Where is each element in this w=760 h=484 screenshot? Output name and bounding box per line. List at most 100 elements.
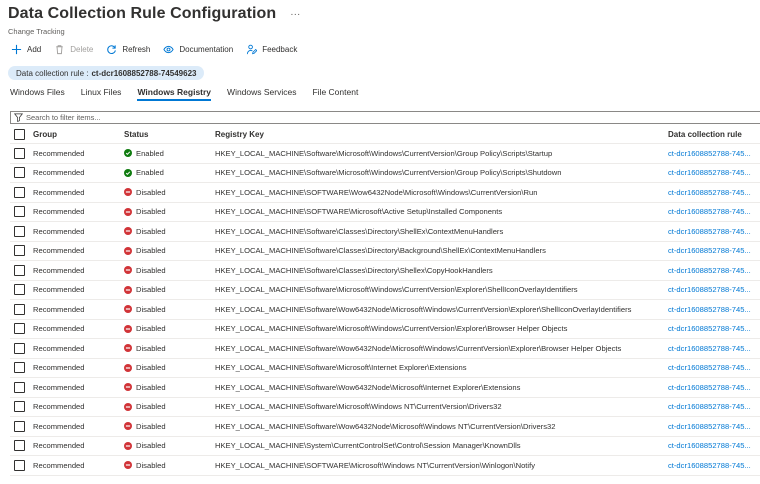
table-row[interactable]: Recommended Disabled HKEY_LOCAL_MACHINE\So… <box>10 281 760 300</box>
delete-button[interactable]: Delete <box>53 43 93 55</box>
table-row[interactable]: Recommended Enabled HKEY_LOCAL_MACHINE\Sof… <box>10 144 760 164</box>
column-header-group[interactable]: Group <box>33 126 113 143</box>
data-collection-rule-link[interactable]: ct-dcr1608852788-745... <box>668 417 760 436</box>
data-collection-rule-link[interactable]: ct-dcr1608852788-745... <box>668 456 760 475</box>
row-checkbox[interactable] <box>14 323 25 335</box>
table-row[interactable]: Recommended Disabled HKEY_LOCAL_MACHINE\So… <box>10 359 760 378</box>
row-checkbox[interactable] <box>14 245 25 257</box>
group-cell: Recommended <box>33 285 85 295</box>
table-row[interactable]: Recommended Disabled HKEY_LOCAL_MACHINE\SO… <box>10 203 760 222</box>
status-cell: Disabled <box>124 281 206 300</box>
row-checkbox[interactable] <box>14 459 25 471</box>
table-row[interactable]: Recommended Disabled HKEY_LOCAL_MACHINE\So… <box>10 242 760 261</box>
data-collection-rule-link[interactable]: ct-dcr1608852788-745... <box>668 437 760 456</box>
select-all-checkbox[interactable] <box>14 129 25 140</box>
documentation-button[interactable]: Documentation <box>162 43 233 55</box>
blocked-circle-icon <box>124 441 132 450</box>
data-collection-rule-link[interactable]: ct-dcr1608852788-745... <box>668 339 760 358</box>
registry-key-cell: HKEY_LOCAL_MACHINE\Software\Microsoft\Wi… <box>215 285 578 295</box>
table-row[interactable]: Recommended Disabled HKEY_LOCAL_MACHINE\SO… <box>10 456 760 476</box>
data-collection-rule-link[interactable]: ct-dcr1608852788-745... <box>668 261 760 280</box>
table-row[interactable]: Recommended Disabled HKEY_LOCAL_MACHINE\So… <box>10 222 760 242</box>
row-checkbox[interactable] <box>14 303 25 315</box>
data-collection-rule-link[interactable]: ct-dcr1608852788-745... <box>668 164 760 183</box>
refresh-button[interactable]: Refresh <box>105 43 150 55</box>
blocked-circle-icon <box>124 285 132 294</box>
data-collection-rule-link[interactable]: ct-dcr1608852788-745... <box>668 398 760 417</box>
data-collection-rule-link[interactable]: ct-dcr1608852788-745... <box>668 281 760 300</box>
row-checkbox[interactable] <box>14 362 25 374</box>
row-checkbox[interactable] <box>14 206 25 218</box>
group-cell: Recommended <box>33 207 85 217</box>
tab-linux-files[interactable]: Linux Files <box>81 85 122 101</box>
row-checkbox[interactable] <box>14 264 25 276</box>
status-text: Disabled <box>136 382 166 392</box>
feedback-person-icon <box>245 43 257 55</box>
table-row[interactable]: Recommended Disabled HKEY_LOCAL_MACHINE\So… <box>10 261 760 281</box>
table-row[interactable]: Recommended Disabled HKEY_LOCAL_MACHINE\So… <box>10 417 760 437</box>
row-checkbox[interactable] <box>14 401 25 413</box>
data-collection-rule-pill[interactable]: Data collection rule : ct-dcr1608852788-… <box>8 66 205 80</box>
table-row[interactable]: Recommended Disabled HKEY_LOCAL_MACHINE\So… <box>10 339 760 359</box>
row-checkbox[interactable] <box>14 167 25 179</box>
blocked-circle-icon <box>124 207 132 216</box>
registry-key-cell: HKEY_LOCAL_MACHINE\Software\Classes\Dire… <box>215 246 546 256</box>
table-row[interactable]: Recommended Disabled HKEY_LOCAL_MACHINE\So… <box>10 398 760 417</box>
table-row[interactable]: Recommended Enabled HKEY_LOCAL_MACHINE\Sof… <box>10 164 760 183</box>
status-cell: Disabled <box>124 378 206 397</box>
tab-windows-registry[interactable]: Windows Registry <box>137 85 211 101</box>
data-collection-rule-link[interactable]: ct-dcr1608852788-745... <box>668 320 760 339</box>
table-row[interactable]: Recommended Disabled HKEY_LOCAL_MACHINE\SO… <box>10 183 760 203</box>
table-row[interactable]: Recommended Disabled HKEY_LOCAL_MACHINE\So… <box>10 300 760 320</box>
row-checkbox[interactable] <box>14 420 25 432</box>
group-cell: Recommended <box>33 363 85 373</box>
page-subtitle: Change Tracking <box>8 27 65 36</box>
blocked-circle-icon <box>124 402 132 411</box>
status-cell: Disabled <box>124 417 206 436</box>
status-text: Disabled <box>136 441 166 451</box>
table-row[interactable]: Recommended Disabled HKEY_LOCAL_MACHINE\So… <box>10 320 760 339</box>
row-checkbox[interactable] <box>14 381 25 393</box>
table-row[interactable]: Recommended Disabled HKEY_LOCAL_MACHINE\Sy… <box>10 437 760 456</box>
tab-file-content[interactable]: File Content <box>312 85 358 101</box>
status-text: Disabled <box>136 363 166 373</box>
row-checkbox[interactable] <box>14 284 25 296</box>
data-collection-rule-link[interactable]: ct-dcr1608852788-745... <box>668 359 760 378</box>
table-row[interactable]: Recommended Disabled HKEY_LOCAL_MACHINE\So… <box>10 378 760 398</box>
documentation-label: Documentation <box>179 44 234 54</box>
row-checkbox[interactable] <box>14 225 25 237</box>
tab-windows-services[interactable]: Windows Services <box>227 85 296 101</box>
group-cell: Recommended <box>33 402 85 412</box>
row-checkbox[interactable] <box>14 342 25 354</box>
delete-label: Delete <box>70 44 94 54</box>
search-input[interactable] <box>26 113 626 122</box>
column-header-status[interactable]: Status <box>124 126 206 143</box>
status-cell: Disabled <box>124 320 206 339</box>
filter-box <box>10 111 760 124</box>
column-header-registry-key[interactable]: Registry Key <box>215 126 655 143</box>
data-collection-rule-link[interactable]: ct-dcr1608852788-745... <box>668 144 760 163</box>
data-collection-rule-link[interactable]: ct-dcr1608852788-745... <box>668 203 760 222</box>
blocked-circle-icon <box>124 305 132 314</box>
more-options-button[interactable]: ··· <box>290 9 300 20</box>
registry-key-cell: HKEY_LOCAL_MACHINE\Software\Wow6432Node\… <box>215 304 632 314</box>
column-header-data-collection-rule[interactable]: Data collection rule <box>668 126 760 143</box>
row-checkbox[interactable] <box>14 186 25 198</box>
rule-pill-value: ct-dcr1608852788-74549623 <box>91 68 197 78</box>
status-text: Disabled <box>136 226 166 236</box>
feedback-button[interactable]: Feedback <box>245 43 297 55</box>
status-text: Disabled <box>136 246 166 256</box>
data-collection-rule-link[interactable]: ct-dcr1608852788-745... <box>668 242 760 261</box>
data-collection-rule-link[interactable]: ct-dcr1608852788-745... <box>668 378 760 397</box>
rule-pill-label: Data collection rule : <box>16 68 89 78</box>
registry-key-cell: HKEY_LOCAL_MACHINE\Software\Microsoft\Wi… <box>215 168 562 178</box>
status-text: Disabled <box>136 187 166 197</box>
data-collection-rule-link[interactable]: ct-dcr1608852788-745... <box>668 222 760 241</box>
data-collection-rule-link[interactable]: ct-dcr1608852788-745... <box>668 183 760 202</box>
add-button[interactable]: Add <box>10 43 41 55</box>
tab-windows-files[interactable]: Windows Files <box>10 85 65 101</box>
row-checkbox[interactable] <box>14 147 25 159</box>
data-collection-rule-link[interactable]: ct-dcr1608852788-745... <box>668 300 760 319</box>
status-cell: Disabled <box>124 242 206 261</box>
row-checkbox[interactable] <box>14 440 25 452</box>
